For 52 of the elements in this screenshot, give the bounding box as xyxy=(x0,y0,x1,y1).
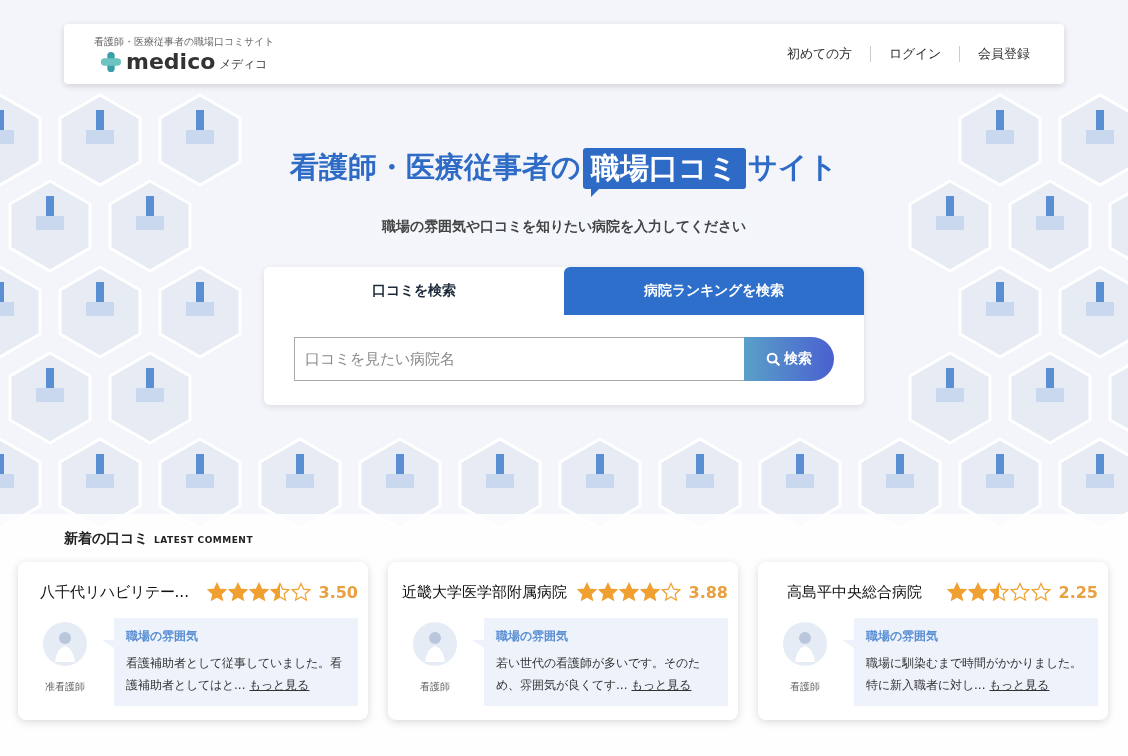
empty-star-icon xyxy=(1030,582,1051,602)
rating-score: 3.50 xyxy=(318,582,358,602)
hospital-name[interactable]: 高島平中央総合病院 xyxy=(770,583,939,601)
comment-category: 職場の雰囲気 xyxy=(496,628,569,645)
person-avatar-icon xyxy=(43,622,87,666)
headline-highlight: 職場口コミ xyxy=(583,148,746,197)
nav-link[interactable]: ログイン xyxy=(889,45,941,63)
search-tab[interactable]: 病院ランキングを検索 xyxy=(564,266,864,315)
person-avatar-icon xyxy=(413,622,457,666)
star-icon xyxy=(597,582,618,602)
person-avatar-icon xyxy=(783,622,827,666)
star-icon xyxy=(248,582,269,602)
logo-kana: メディコ xyxy=(219,56,268,73)
section-subtitle: LATEST COMMENT xyxy=(154,535,254,545)
reviewer-role: 准看護師 xyxy=(45,680,85,694)
star-icon xyxy=(967,582,988,602)
cross-logo-icon xyxy=(100,51,122,73)
half-star-icon xyxy=(988,582,1009,602)
reviewer-role: 看護師 xyxy=(420,680,450,694)
section-title: 新着の口コミ xyxy=(64,530,148,548)
search-icon xyxy=(766,351,780,366)
hospital-name[interactable]: 近畿大学医学部附属病院 xyxy=(400,583,569,601)
star-icon xyxy=(639,582,660,602)
nav-link[interactable]: 初めての方 xyxy=(787,45,852,63)
comment-text: 職場に馴染むまで時間がかかりました。特に新入職者に対し... もっと見る xyxy=(866,655,1083,694)
empty-star-icon xyxy=(290,582,311,602)
search-button[interactable]: 検索 xyxy=(744,336,834,381)
star-icon xyxy=(206,582,227,602)
star-icon xyxy=(618,582,639,602)
star-icon xyxy=(946,582,967,602)
rating-score: 2.25 xyxy=(1058,582,1098,602)
search-tab[interactable]: 口コミを検索 xyxy=(264,266,564,315)
headline-text: サイト xyxy=(748,149,838,187)
logo-text: medico xyxy=(126,51,216,73)
nav-link[interactable]: 会員登録 xyxy=(978,45,1030,63)
comment-text: 看護補助者として従事していました。看護補助者としてはと... もっと見る xyxy=(126,655,343,694)
read-more-link[interactable]: もっと見る xyxy=(249,677,310,692)
star-icon xyxy=(227,582,248,602)
headline-text: 看護師・医療従事者の xyxy=(290,149,581,187)
site-tagline: 看護師・医療従事者の職場口コミサイト xyxy=(94,35,274,49)
hospital-name[interactable]: 八千代リハビリテー... xyxy=(30,583,199,601)
comment-category: 職場の雰囲気 xyxy=(126,628,199,645)
empty-star-icon xyxy=(1009,582,1030,602)
comment-text: 若い世代の看護師が多いです。そのため、雰囲気が良くてす... もっと見る xyxy=(496,655,701,694)
read-more-link[interactable]: もっと見る xyxy=(631,677,692,692)
reviewer-role: 看護師 xyxy=(790,680,820,694)
half-star-icon xyxy=(269,582,290,602)
star-icon xyxy=(576,582,597,602)
read-more-link[interactable]: もっと見る xyxy=(989,677,1050,692)
comment-category: 職場の雰囲気 xyxy=(866,628,939,645)
search-field[interactable]: 口コミを見たい病院名 xyxy=(294,336,744,381)
rating-score: 3.88 xyxy=(688,582,728,602)
